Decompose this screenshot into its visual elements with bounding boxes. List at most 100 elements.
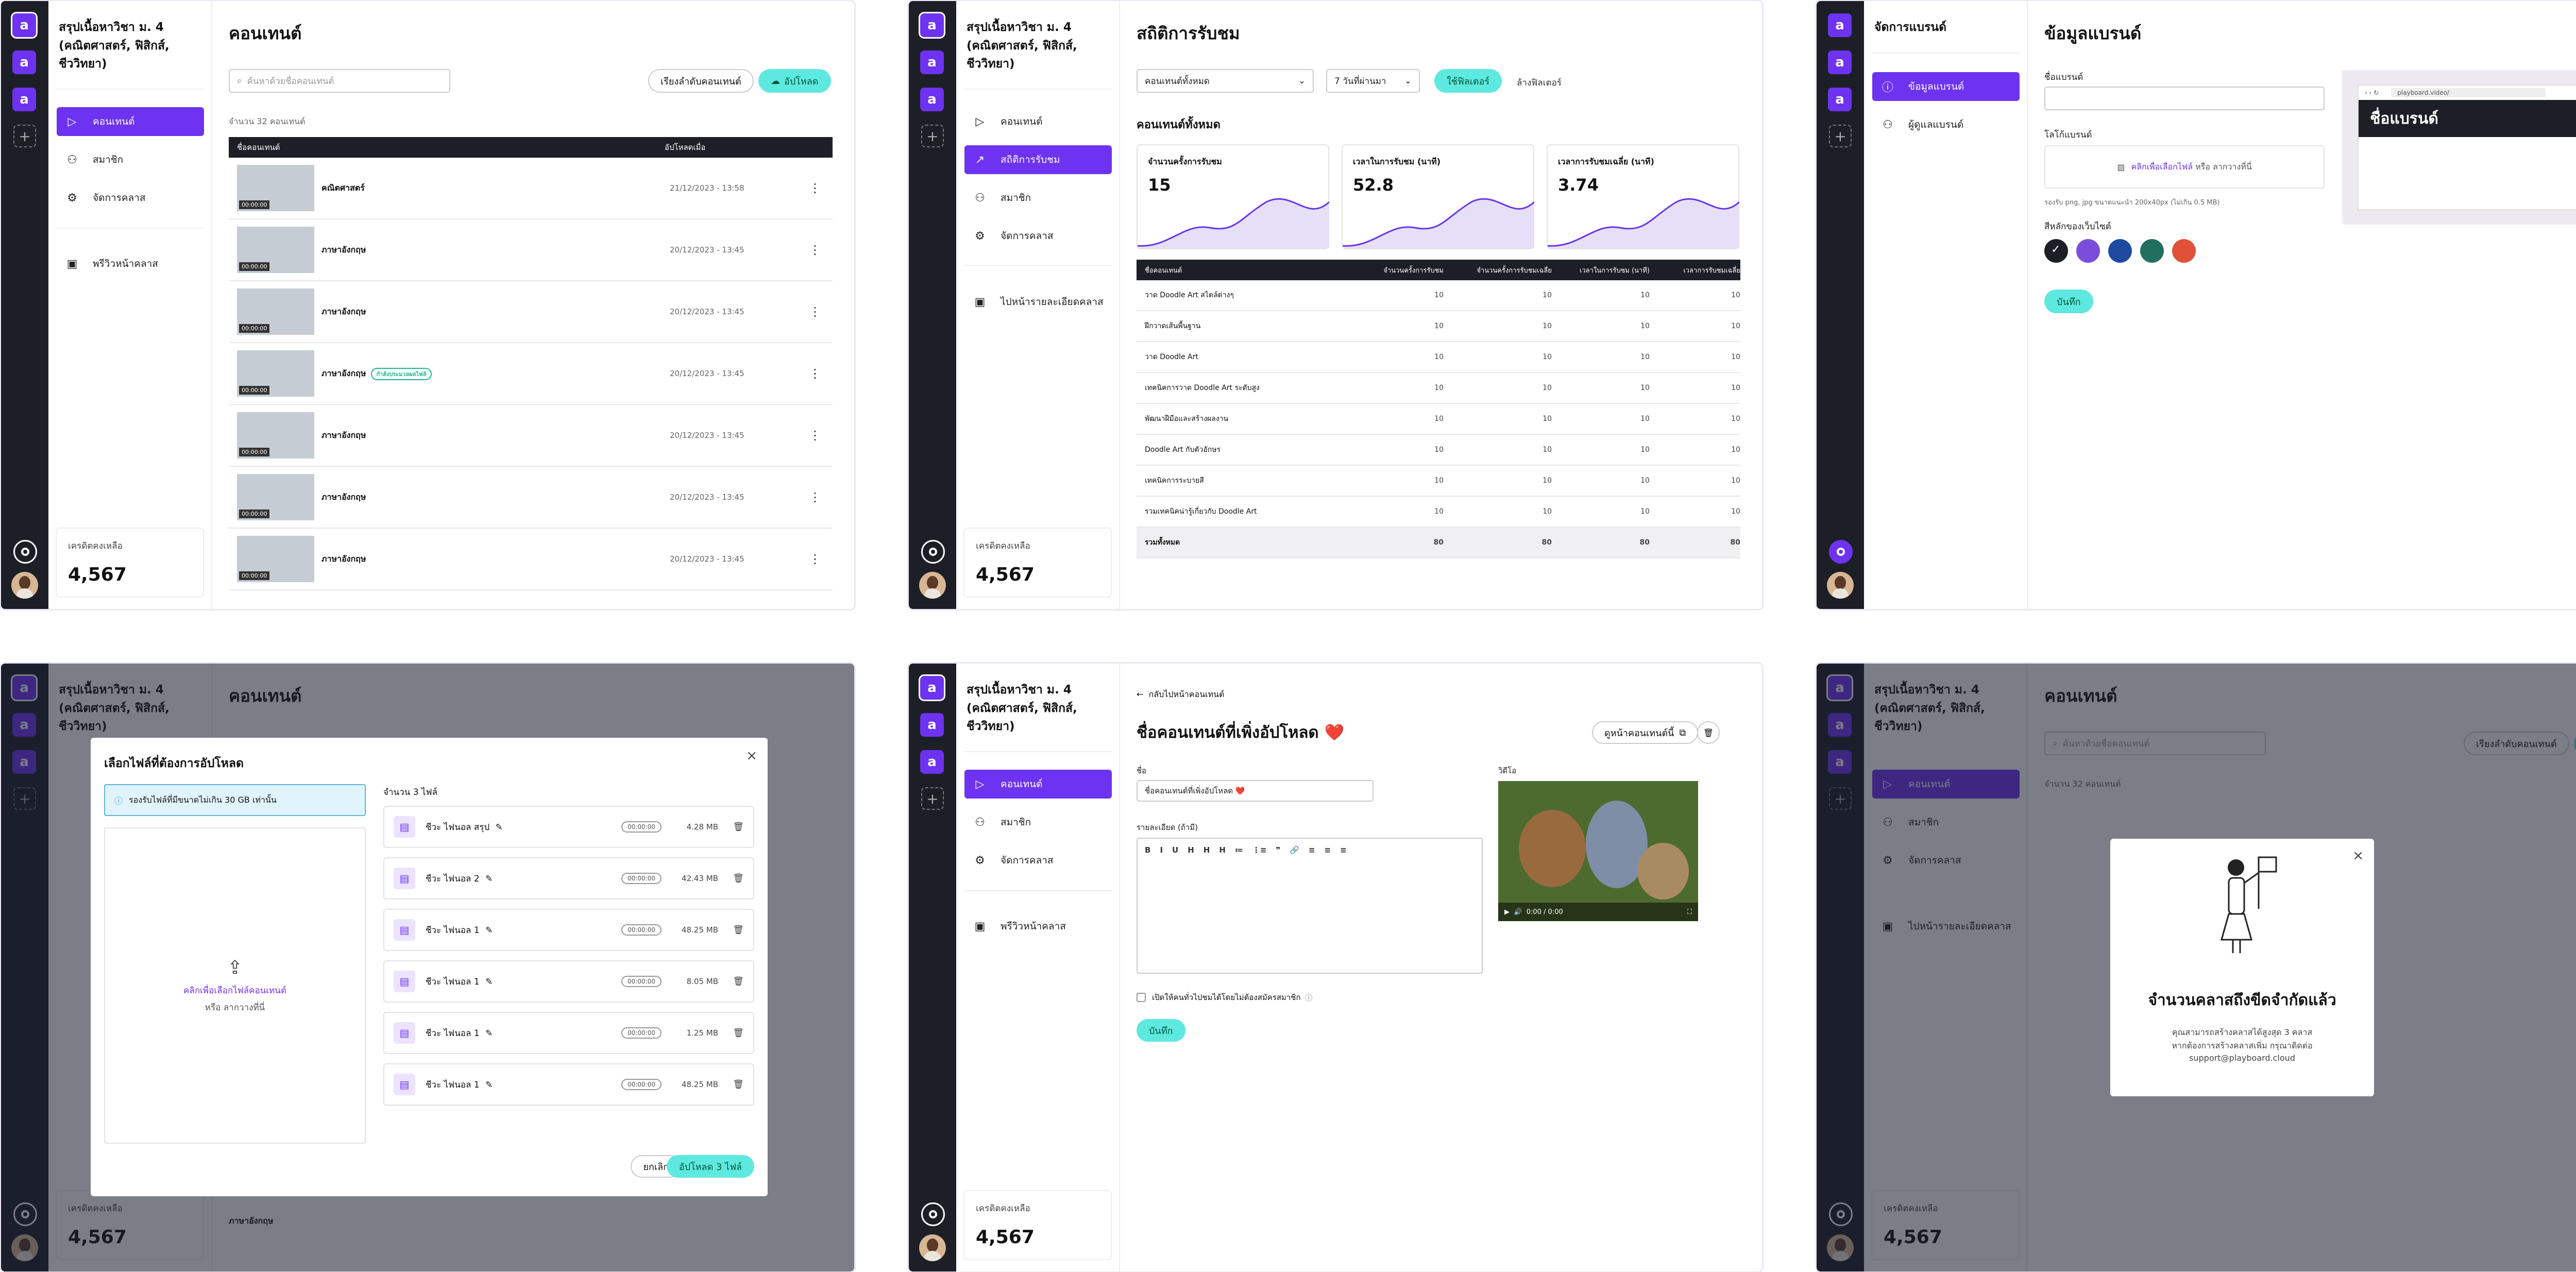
sidebar-item-preview[interactable]: ▣ พรีวิวหน้าคลาส [964, 912, 1112, 941]
video-player[interactable]: ▶ 🔊 0:00 / 0:00 ⛶ [1498, 781, 1698, 921]
more-options-icon[interactable]: ⋮ [809, 490, 821, 504]
workspace-switcher-item[interactable]: a [920, 50, 944, 74]
file-dropzone[interactable]: ⇪ คลิกเพื่อเลือกไฟล์คอนเทนต์ หรือ ลากวาง… [104, 827, 366, 1144]
content-name-input[interactable]: ชื่อคอนเทนต์ที่เพิ่งอัปโหลด ❤️ [1137, 780, 1374, 802]
close-icon[interactable]: × [746, 748, 757, 764]
trash-icon[interactable]: 🗑 [718, 1079, 744, 1090]
table-row[interactable]: 00:00:00 ภาษาอังกฤษ 20/12/2023 - 13:45 ⋮ [229, 219, 833, 281]
upload-button[interactable]: ☁ อัปโหลด [758, 69, 831, 93]
workspace-switcher-item[interactable]: a [1828, 13, 1852, 37]
play-icon[interactable]: ▶ [1504, 908, 1510, 916]
trash-icon[interactable]: 🗑 [718, 976, 744, 987]
checkbox-box[interactable] [1137, 993, 1146, 1002]
content-filter-select[interactable]: คอนเทนต์ทั้งหมด ⌄ [1137, 69, 1314, 93]
sidebar-item-members[interactable]: ⚇ สมาชิก [57, 145, 204, 174]
add-workspace-button[interactable]: + [921, 125, 944, 147]
fullscreen-icon[interactable]: ⛶ [1687, 908, 1692, 916]
volume-icon[interactable]: 🔊 [1514, 908, 1522, 916]
ordered-list-icon[interactable]: ⋮≡ [1252, 845, 1267, 855]
logo-upload-link[interactable]: คลิกเพื่อเลือกไฟล์ [2131, 161, 2193, 174]
trash-icon[interactable]: 🗑 [718, 822, 744, 832]
workspace-switcher-item[interactable]: a [12, 88, 36, 111]
close-icon[interactable]: × [2352, 848, 2364, 863]
apply-filter-button[interactable]: ใช้ฟิลเตอร์ [1434, 69, 1502, 93]
sidebar-item-brand-info[interactable]: ⓘ ข้อมูลแบรนด์ [1872, 72, 2020, 101]
support-email[interactable]: support@playboard.cloud [2110, 1053, 2374, 1063]
column-header[interactable]: จำนวนครั้งการรับชมเฉลี่ย [1444, 265, 1552, 276]
table-row[interactable]: 00:00:00 ภาษาอังกฤษ กำลังประมวลผลไฟล์ 20/12… [229, 343, 833, 405]
back-link[interactable]: ← กลับไปหน้าคอนเทนต์ [1137, 688, 1225, 701]
user-avatar[interactable] [919, 572, 946, 599]
heading1-icon[interactable]: H [1188, 845, 1194, 855]
trash-icon[interactable]: 🗑 [718, 925, 744, 935]
more-options-icon[interactable]: ⋮ [809, 552, 821, 566]
sort-content-button[interactable]: เรียงลำดับคอนเทนต์ [648, 69, 754, 93]
sidebar-item-members[interactable]: ⚇ สมาชิก [964, 808, 1112, 837]
bullet-list-icon[interactable]: ≔ [1235, 845, 1243, 855]
align-center-icon[interactable]: ≡ [1325, 845, 1331, 855]
sidebar-item-content[interactable]: ▷ คอนเทนต์ [964, 107, 1112, 136]
workspace-switcher-item[interactable]: a [920, 750, 944, 774]
pencil-icon[interactable]: ✎ [485, 1080, 493, 1090]
workspace-switcher-item[interactable]: a [920, 676, 944, 700]
more-options-icon[interactable]: ⋮ [809, 366, 821, 381]
more-options-icon[interactable]: ⋮ [809, 181, 821, 195]
table-row[interactable]: 00:00:00 ภาษาอังกฤษ 20/12/2023 - 13:45 ⋮ [229, 529, 833, 590]
sidebar-item-manage-class[interactable]: ⚙ จัดการคลาส [57, 183, 204, 212]
user-avatar[interactable] [11, 572, 38, 599]
sidebar-item-manage-class[interactable]: ⚙ จัดการคลาส [964, 846, 1112, 875]
choose-file-link[interactable]: คลิกเพื่อเลือกไฟล์คอนเทนต์ [183, 983, 286, 997]
table-row[interactable]: 00:00:00 ภาษาอังกฤษ 20/12/2023 - 13:45 ⋮ [229, 405, 833, 467]
workspace-switcher-item[interactable]: a [920, 713, 944, 737]
pencil-icon[interactable]: ✎ [485, 925, 493, 936]
column-header[interactable]: เวลาในการรับชม (นาที) [1552, 265, 1650, 276]
more-options-icon[interactable]: ⋮ [809, 428, 821, 443]
pencil-icon[interactable]: ✎ [485, 1028, 493, 1039]
pencil-icon[interactable]: ✎ [496, 822, 503, 833]
settings-gear-icon[interactable] [13, 540, 37, 564]
view-content-button[interactable]: ดูหน้าคอนเทนต์นี้ ⧉ [1592, 721, 1699, 744]
align-left-icon[interactable]: ≡ [1309, 845, 1315, 855]
add-workspace-button[interactable]: + [1829, 125, 1852, 147]
add-workspace-button[interactable]: + [13, 125, 36, 147]
underline-icon[interactable]: U [1172, 845, 1178, 855]
workspace-switcher-item[interactable]: a [12, 13, 36, 37]
sidebar-item-brand-admin[interactable]: ⚇ ผู้ดูแลแบรนด์ [1872, 110, 2020, 139]
sidebar-item-class-detail[interactable]: ▣ ไปหน้ารายละเอียดคลาส [964, 287, 1112, 316]
color-swatch-selected[interactable]: ✓ [2044, 239, 2068, 263]
color-swatch[interactable] [2140, 239, 2164, 263]
search-input[interactable]: ⌕ ค้นหาด้วยชื่อคอนเทนต์ [229, 69, 450, 93]
user-avatar[interactable] [1827, 572, 1854, 599]
sidebar-item-preview[interactable]: ▣ พรีวิวหน้าคลาส [57, 249, 204, 278]
date-range-select[interactable]: 7 วันที่ผ่านมา ⌄ [1326, 69, 1420, 93]
table-row[interactable]: 00:00:00 ภาษาอังกฤษ 20/12/2023 - 13:45 ⋮ [229, 281, 833, 343]
italic-icon[interactable]: I [1160, 845, 1163, 855]
quote-icon[interactable]: ❞ [1276, 845, 1280, 855]
save-button[interactable]: บันทึก [2044, 290, 2093, 313]
table-row[interactable]: 00:00:00 คณิตศาสตร์ 21/12/2023 - 13:58 ⋮ [229, 158, 833, 219]
user-avatar[interactable] [919, 1234, 946, 1261]
workspace-switcher-item[interactable]: a [1828, 50, 1852, 74]
color-swatch[interactable] [2172, 239, 2196, 263]
column-header[interactable]: เวลาการรับชมเฉลี่ย [1650, 265, 1740, 276]
settings-gear-icon[interactable] [921, 1202, 945, 1226]
trash-icon[interactable]: 🗑 [718, 873, 744, 884]
settings-gear-icon[interactable] [1829, 540, 1853, 564]
column-header[interactable]: จำนวนครั้งการรับชม [1346, 265, 1444, 276]
delete-trash-icon[interactable]: 🗑 [1697, 721, 1720, 744]
description-editor[interactable]: B I U H H H ≔ ⋮≡ ❞ 🔗 ≡ ≡ ≡ [1137, 838, 1483, 974]
submit-upload-button[interactable]: อัปโหลด 3 ไฟล์ [666, 1155, 754, 1178]
bold-icon[interactable]: B [1145, 845, 1150, 855]
table-row[interactable]: 00:00:00 ภาษาอังกฤษ 20/12/2023 - 13:45 ⋮ [229, 467, 833, 529]
more-options-icon[interactable]: ⋮ [809, 243, 821, 257]
heading2-icon[interactable]: H [1204, 845, 1210, 855]
heading3-icon[interactable]: H [1219, 845, 1226, 855]
sidebar-item-members[interactable]: ⚇ สมาชิก [964, 183, 1112, 212]
workspace-switcher-item[interactable]: a [920, 88, 944, 111]
logo-dropzone[interactable]: ▨ คลิกเพื่อเลือกไฟล์ หรือ ลากวางที่นี่ [2044, 145, 2325, 189]
add-workspace-button[interactable]: + [921, 787, 944, 810]
sidebar-item-content[interactable]: ▷ คอนเทนต์ [964, 770, 1112, 799]
align-right-icon[interactable]: ≡ [1340, 845, 1347, 855]
free-access-checkbox[interactable]: เปิดให้คนทั่วไปชมได้โดยไม่ต้องสมัครสมาชิ… [1137, 991, 1313, 1004]
trash-icon[interactable]: 🗑 [718, 1028, 744, 1038]
